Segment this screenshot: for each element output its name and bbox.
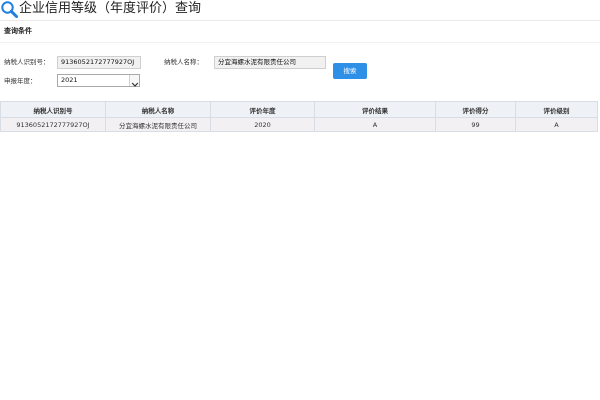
taxpayer-name-label: 纳税人名称： <box>164 58 203 66</box>
header-divider <box>0 20 600 21</box>
cell-score: 99 <box>435 117 516 132</box>
results-table: 纳税人识别号 纳税人名称 评价年度 评价结果 评价得分 评价级别 9136052… <box>0 101 598 132</box>
taxpayer-id-field[interactable]: 9136052172777927OJ <box>57 56 141 69</box>
cell-result: A <box>314 117 436 132</box>
column-header-result: 评价结果 <box>314 101 436 118</box>
column-header-year: 评价年度 <box>210 101 315 118</box>
table-header-row: 纳税人识别号 纳税人名称 评价年度 评价结果 评价得分 评价级别 <box>0 101 598 118</box>
search-button[interactable]: 搜索 <box>333 63 367 79</box>
taxpayer-name-field[interactable]: 分宜海螺水泥有限责任公司 <box>214 56 326 69</box>
taxpayer-id-label: 纳税人识别号： <box>4 58 50 66</box>
year-select[interactable]: 2021 <box>57 74 140 87</box>
year-select-value: 2021 <box>61 76 78 84</box>
header: 企业信用等级（年度评价）查询 <box>0 0 600 20</box>
year-label: 申报年度： <box>4 77 37 85</box>
page: 企业信用等级（年度评价）查询 查询条件 纳税人识别号： 913605217277… <box>0 0 600 400</box>
query-section-title: 查询条件 <box>4 27 32 35</box>
cell-taxpayer-id: 9136052172777927OJ <box>0 117 106 132</box>
table-row[interactable]: 9136052172777927OJ 分宜海螺水泥有限责任公司 2020 A 9… <box>0 117 598 132</box>
column-header-score: 评价得分 <box>435 101 516 118</box>
chevron-down-icon[interactable] <box>129 75 139 87</box>
column-header-level: 评价级别 <box>515 101 598 118</box>
section-divider <box>0 42 600 43</box>
column-header-taxpayer-name: 纳税人名称 <box>105 101 211 118</box>
column-header-taxpayer-id: 纳税人识别号 <box>0 101 106 118</box>
search-icon <box>0 0 18 18</box>
cell-taxpayer-name: 分宜海螺水泥有限责任公司 <box>105 117 211 132</box>
cell-year: 2020 <box>210 117 315 132</box>
cell-level: A <box>515 117 598 132</box>
page-title: 企业信用等级（年度评价）查询 <box>19 1 202 16</box>
